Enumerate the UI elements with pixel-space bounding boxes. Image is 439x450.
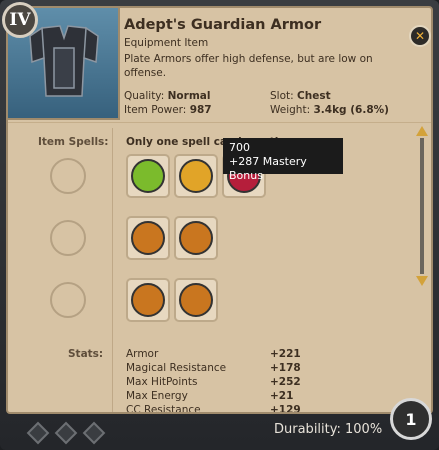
stat-value: +178 — [270, 362, 301, 374]
stats-label: Stats: — [68, 348, 104, 360]
scroll-track[interactable] — [420, 138, 424, 274]
weight-attr: Weight: 3.4kg (6.8%) — [270, 104, 389, 116]
slot-row-1-icon — [50, 158, 86, 194]
close-icon: ✕ — [414, 29, 426, 43]
spell-icon — [179, 283, 213, 317]
scrollbar[interactable] — [416, 126, 428, 286]
item-title: Adept's Guardian Armor — [124, 17, 322, 33]
spell-slot[interactable] — [174, 154, 218, 198]
spell-icon — [179, 221, 213, 255]
item-power-attr: Item Power: 987 — [124, 104, 212, 116]
durability-text: Durability: 100% — [274, 422, 383, 437]
spell-tooltip: 700 +287 Mastery Bonus — [223, 138, 343, 182]
spell-slot[interactable] — [126, 154, 170, 198]
spell-slot[interactable] — [174, 216, 218, 260]
stat-name: Max Energy — [126, 390, 188, 402]
item-spells-label: Item Spells: — [38, 136, 109, 148]
scroll-up-icon[interactable] — [416, 126, 428, 136]
spell-icon — [131, 159, 165, 193]
slot-row-3-icon — [50, 282, 86, 318]
item-header: Adept's Guardian Armor Equipment Item Pl… — [124, 12, 424, 80]
stat-name: CC Resistance — [126, 404, 201, 414]
spell-slot[interactable] — [126, 216, 170, 260]
weight-label: Weight: — [270, 104, 311, 116]
stat-value: +221 — [270, 348, 301, 360]
divider — [8, 122, 431, 123]
column-divider — [112, 128, 113, 412]
spell-slot[interactable] — [126, 278, 170, 322]
slot-attr: Slot: Chest — [270, 90, 331, 102]
close-button[interactable]: ✕ — [409, 25, 431, 47]
stat-value: +252 — [270, 376, 301, 388]
quality-attr: Quality: Normal — [124, 90, 210, 102]
quality-label: Quality: — [124, 90, 165, 102]
item-power-value: 987 — [189, 104, 212, 116]
stat-name: Max HitPoints — [126, 376, 198, 388]
tooltip-value: 700 — [229, 141, 250, 154]
item-count-badge: 1 — [390, 398, 432, 440]
spell-icon — [131, 283, 165, 317]
stat-value: +21 — [270, 390, 294, 402]
slot-row-2-icon — [50, 220, 86, 256]
item-panel: Adept's Guardian Armor Equipment Item Pl… — [6, 6, 433, 414]
stat-name: Armor — [126, 348, 159, 360]
slot-value: Chest — [297, 90, 331, 102]
weight-value: 3.4kg (6.8%) — [313, 104, 389, 116]
scroll-down-icon[interactable] — [416, 276, 428, 286]
item-description: Plate Armors offer high defense, but are… — [124, 53, 373, 79]
stat-name: Magical Resistance — [126, 362, 227, 374]
stat-value: +129 — [270, 404, 301, 414]
spell-icon — [131, 221, 165, 255]
item-type: Equipment Item — [124, 37, 209, 49]
tier-badge: IV — [2, 2, 38, 38]
item-power-label: Item Power: — [124, 104, 187, 116]
tooltip-bonus: +287 Mastery Bonus — [229, 155, 307, 182]
quality-value: Normal — [167, 90, 211, 102]
spell-icon — [179, 159, 213, 193]
spell-slot[interactable] — [174, 278, 218, 322]
slot-label: Slot: — [270, 90, 294, 102]
